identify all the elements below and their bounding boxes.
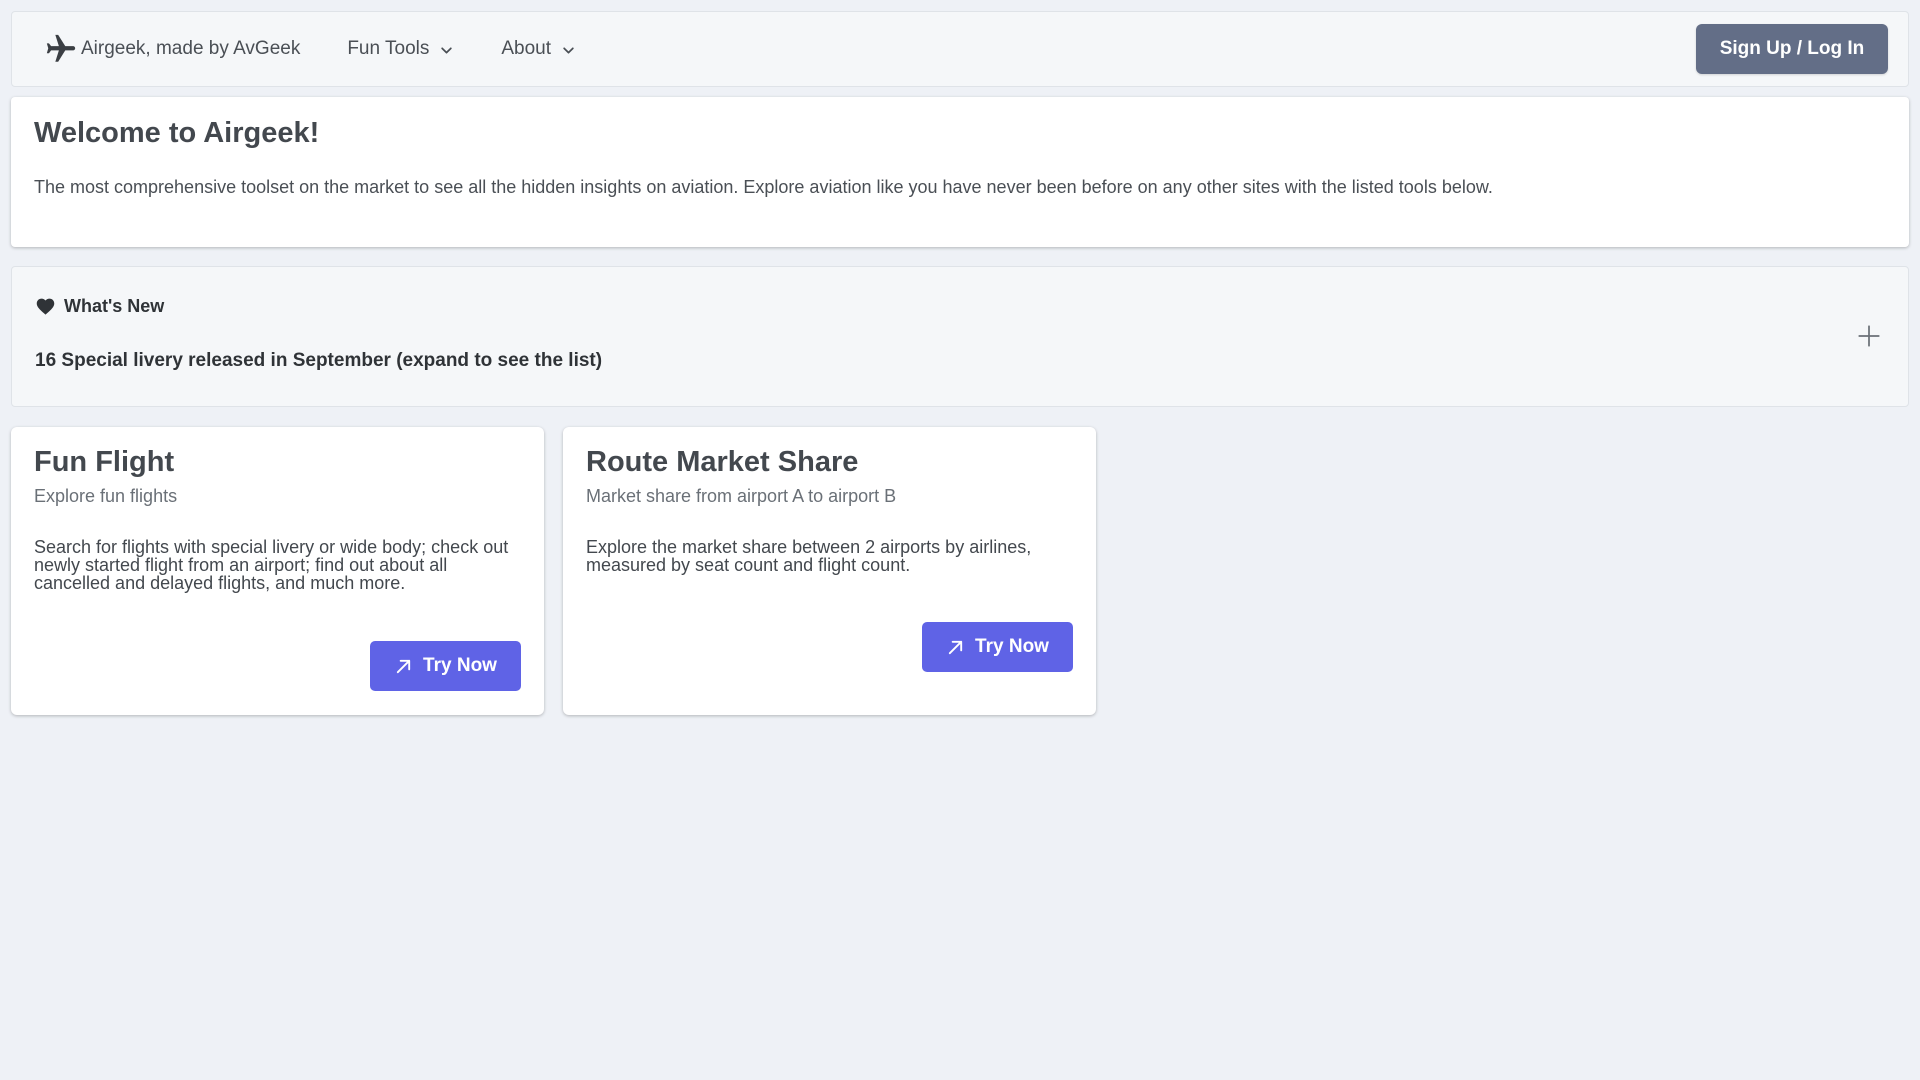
menu-about[interactable]: About [501, 38, 575, 60]
try-now-button[interactable]: Try Now [922, 622, 1073, 672]
whats-new-title: What's New [64, 296, 165, 316]
top-navbar: Airgeek, made by AvGeek Fun Tools About … [11, 11, 1909, 87]
whats-new-header: What's New [35, 296, 1885, 317]
brand-label: Airgeek, made by AvGeek [81, 38, 301, 59]
card-title: Route Market Share [586, 446, 859, 478]
arrow-up-right-icon [396, 659, 411, 673]
tool-card-fun-flight: Fun Flight Explore fun flights Search fo… [11, 427, 544, 715]
welcome-title: Welcome to Airgeek! [34, 117, 320, 149]
chevron-down-icon [441, 47, 453, 54]
welcome-text: The most comprehensive toolset on the ma… [34, 177, 1493, 197]
card-subtitle: Explore fun flights [34, 485, 178, 506]
chevron-down-icon [563, 47, 574, 54]
tool-card-route-market-share: Route Market Share Market share from air… [563, 427, 1096, 715]
nav-menu: Fun Tools About [347, 12, 623, 86]
signup-login-button[interactable]: Sign Up / Log In [1696, 24, 1888, 74]
card-subtitle: Market share from airport A to airport B [586, 485, 897, 506]
whats-new-panel[interactable]: What's New 16 Special livery released in… [11, 266, 1909, 407]
card-title: Fun Flight [34, 446, 175, 478]
menu-fun-tools[interactable]: Fun Tools [347, 38, 453, 60]
try-now-label: Try Now [975, 636, 1049, 657]
try-now-label: Try Now [423, 655, 497, 676]
menu-fun-tools-label: Fun Tools [347, 38, 430, 59]
heart-icon [36, 298, 55, 315]
arrow-up-right-icon [948, 640, 963, 654]
menu-about-label: About [501, 38, 552, 59]
whats-new-summary: 16 Special livery released in September … [35, 350, 603, 371]
airplane-icon [46, 34, 76, 62]
card-description: Explore the market share between 2 airpo… [586, 536, 1032, 575]
expand-button[interactable] [1856, 323, 1882, 349]
card-description: Search for flights with special livery o… [34, 536, 509, 593]
plus-icon [1858, 325, 1880, 347]
brand-link[interactable]: Airgeek, made by AvGeek [44, 12, 300, 86]
try-now-button[interactable]: Try Now [370, 641, 521, 691]
welcome-panel: Welcome to Airgeek! The most comprehensi… [11, 97, 1909, 247]
